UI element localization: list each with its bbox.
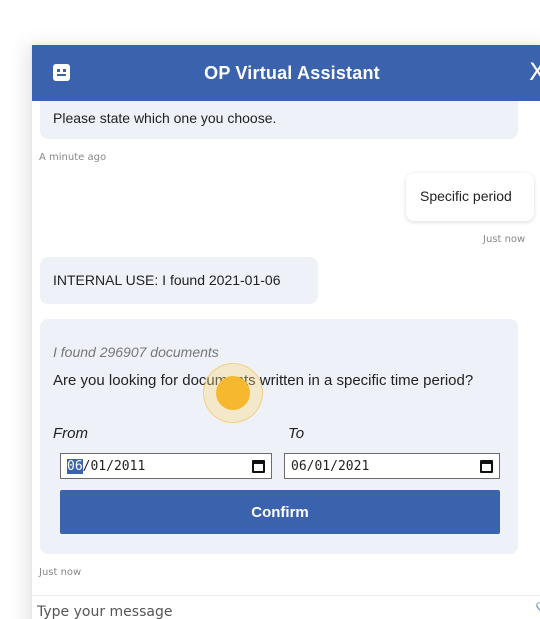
from-label: From <box>53 425 88 442</box>
from-date-rest: /01/2011 <box>82 459 146 474</box>
attach-icon[interactable]: 📎 <box>535 601 540 619</box>
bot-message: Please state which one you choose. <box>40 101 518 139</box>
close-icon[interactable]: X <box>529 58 540 86</box>
chat-window: OP Virtual Assistant X Please state whic… <box>32 45 540 619</box>
question-text: Are you looking for documents written in… <box>53 372 474 389</box>
message-text: INTERNAL USE: I found 2021-01-06 <box>53 272 281 288</box>
message-timestamp: A minute ago <box>39 152 107 163</box>
user-message: Specific period <box>406 173 534 221</box>
to-date-input[interactable]: 06/01/2021 <box>284 453 500 479</box>
from-date-month: 06 <box>67 459 83 474</box>
composer: 📎 <box>32 595 540 619</box>
chat-title: OP Virtual Assistant <box>204 63 380 83</box>
documents-found-text: I found 296907 documents <box>53 344 219 360</box>
from-date-input[interactable]: 06/01/2011 <box>60 453 272 479</box>
message-timestamp: Just now <box>39 567 82 578</box>
calendar-icon[interactable] <box>252 460 265 473</box>
message-text: Please state which one you choose. <box>53 110 277 126</box>
to-label: To <box>288 425 305 442</box>
to-date-value: 06/01/2021 <box>291 459 370 474</box>
calendar-icon[interactable] <box>480 460 493 473</box>
message-input[interactable] <box>37 600 517 619</box>
confirm-button[interactable]: Confirm <box>60 490 500 534</box>
message-text: Specific period <box>420 188 512 204</box>
bot-message: INTERNAL USE: I found 2021-01-06 <box>40 257 318 304</box>
chat-header: OP Virtual Assistant X <box>32 45 540 101</box>
tap-indicator-dot <box>216 376 250 410</box>
date-range-card: I found 296907 documents Are you looking… <box>40 319 518 554</box>
message-timestamp: Just now <box>483 234 526 245</box>
